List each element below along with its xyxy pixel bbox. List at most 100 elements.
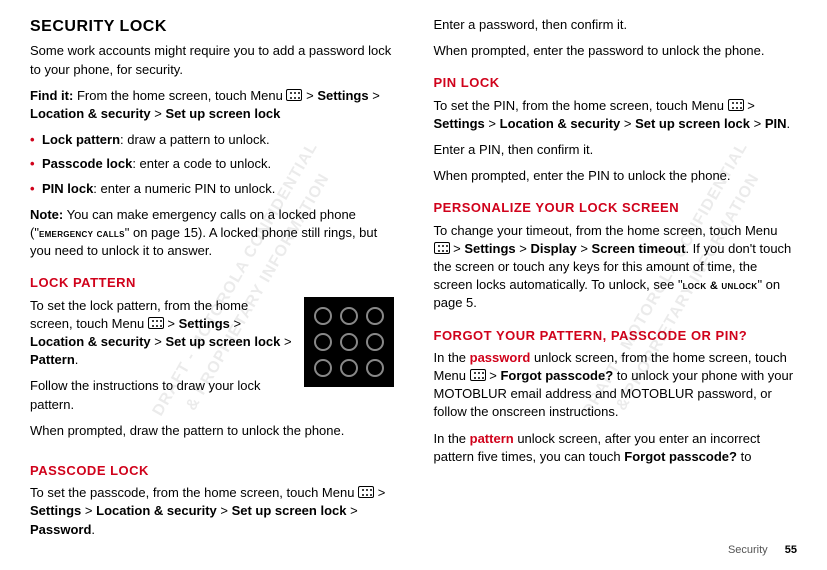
- pattern-dot: [366, 333, 384, 351]
- nav-settings: Settings: [179, 316, 230, 331]
- menu-icon: [358, 486, 374, 498]
- xref-emergency-calls: emergency calls: [39, 228, 125, 240]
- note-text: Note: You can make emergency calls on a …: [30, 206, 394, 261]
- text: In the: [434, 431, 470, 446]
- text: To set the passcode, from the home scree…: [30, 485, 358, 500]
- nav-settings: Settings: [434, 116, 485, 131]
- forgot-password-text: In the password unlock screen, from the …: [434, 349, 798, 422]
- heading-pin-lock: PIN lock: [434, 74, 798, 92]
- text: In the: [434, 350, 470, 365]
- pattern-dot: [340, 359, 358, 377]
- keyword-pattern: pattern: [470, 431, 514, 446]
- footer-section: Security: [728, 544, 768, 556]
- pattern-dot: [366, 307, 384, 325]
- text: >: [620, 116, 635, 131]
- nav-settings: Settings: [30, 503, 81, 518]
- nav-forgot-passcode: Forgot passcode?: [624, 449, 737, 464]
- text: To change your timeout, from the home sc…: [434, 223, 778, 238]
- text: : enter a numeric PIN to unlock.: [93, 181, 275, 196]
- lock-pattern-section: To set the lock pattern, from the home s…: [30, 297, 394, 448]
- note-label: Note:: [30, 207, 63, 222]
- nav-settings: Settings: [464, 241, 515, 256]
- page-number: 55: [785, 544, 797, 556]
- page-content: Security lock Some work accounts might r…: [0, 0, 827, 547]
- pattern-dot: [340, 333, 358, 351]
- text: >: [374, 485, 385, 500]
- text: >: [217, 503, 232, 518]
- find-it-line: Find it: From the home screen, touch Men…: [30, 87, 394, 123]
- option-passcode-lock: Passcode lock: [42, 156, 132, 171]
- nav-settings: Settings: [317, 88, 368, 103]
- text: >: [164, 316, 179, 331]
- text: >: [744, 98, 755, 113]
- passcode-instructions: To set the passcode, from the home scree…: [30, 484, 394, 539]
- find-it-label: Find it:: [30, 88, 73, 103]
- right-column: Enter a password, then confirm it. When …: [434, 16, 798, 547]
- text: .: [786, 116, 790, 131]
- text: >: [81, 503, 96, 518]
- nav-screen-timeout: Screen timeout: [592, 241, 686, 256]
- text: : draw a pattern to unlock.: [120, 132, 270, 147]
- text: When prompted, draw the pattern to unloc…: [30, 422, 394, 440]
- text: Enter a password, then confirm it.: [434, 16, 798, 34]
- personalize-instructions: To change your timeout, from the home sc…: [434, 222, 798, 313]
- text: >: [516, 241, 531, 256]
- text: Enter a PIN, then confirm it.: [434, 141, 798, 159]
- xref-lock-unlock: lock & unlock: [683, 280, 758, 292]
- nav-password: Password: [30, 522, 91, 537]
- menu-icon: [434, 242, 450, 254]
- page-footer: Security 55: [728, 543, 797, 558]
- text: >: [369, 88, 380, 103]
- nav-setup-screen-lock: Set up screen lock: [635, 116, 750, 131]
- lock-options-list: Lock pattern: draw a pattern to unlock. …: [30, 131, 394, 198]
- text: From the home screen, touch Menu: [73, 88, 286, 103]
- text: >: [486, 368, 501, 383]
- text: >: [230, 316, 241, 331]
- nav-pin: PIN: [765, 116, 787, 131]
- heading-personalize-lock-screen: Personalize your lock screen: [434, 199, 798, 217]
- text: >: [577, 241, 592, 256]
- list-item: Passcode lock: enter a code to unlock.: [30, 155, 394, 173]
- menu-icon: [728, 99, 744, 111]
- nav-forgot-passcode: Forgot passcode?: [500, 368, 613, 383]
- pattern-illustration: [304, 297, 394, 387]
- list-item: PIN lock: enter a numeric PIN to unlock.: [30, 180, 394, 198]
- option-lock-pattern: Lock pattern: [42, 132, 120, 147]
- left-column: Security lock Some work accounts might r…: [30, 16, 394, 547]
- pattern-dot: [340, 307, 358, 325]
- text: When prompted, enter the password to unl…: [434, 42, 798, 60]
- nav-pattern: Pattern: [30, 352, 75, 367]
- text: >: [280, 334, 291, 349]
- text: >: [302, 88, 317, 103]
- text: to: [737, 449, 751, 464]
- text: When prompted, enter the PIN to unlock t…: [434, 167, 798, 185]
- nav-location-security: Location & security: [30, 334, 151, 349]
- text: .: [91, 522, 95, 537]
- nav-location-security: Location & security: [30, 106, 151, 121]
- nav-display: Display: [530, 241, 576, 256]
- menu-icon: [470, 369, 486, 381]
- nav-setup-screen-lock: Set up screen lock: [165, 334, 280, 349]
- pattern-dot: [314, 307, 332, 325]
- text: .: [75, 352, 79, 367]
- pattern-dot: [314, 333, 332, 351]
- nav-setup-screen-lock: Set up screen lock: [165, 106, 280, 121]
- heading-security-lock: Security lock: [30, 16, 394, 38]
- menu-icon: [286, 89, 302, 101]
- pattern-grid: [304, 297, 394, 387]
- forgot-pattern-text: In the pattern unlock screen, after you …: [434, 430, 798, 466]
- pin-instructions: To set the PIN, from the home screen, to…: [434, 97, 798, 133]
- pattern-dot: [366, 359, 384, 377]
- text: >: [750, 116, 765, 131]
- menu-icon: [148, 317, 164, 329]
- nav-location-security: Location & security: [96, 503, 217, 518]
- heading-forgot: Forgot your pattern, passcode or PIN?: [434, 327, 798, 345]
- text: >: [346, 503, 357, 518]
- text: : enter a code to unlock.: [132, 156, 271, 171]
- list-item: Lock pattern: draw a pattern to unlock.: [30, 131, 394, 149]
- intro-text: Some work accounts might require you to …: [30, 42, 394, 78]
- text: >: [151, 106, 166, 121]
- text: >: [450, 241, 465, 256]
- text: >: [485, 116, 500, 131]
- option-pin-lock: PIN lock: [42, 181, 93, 196]
